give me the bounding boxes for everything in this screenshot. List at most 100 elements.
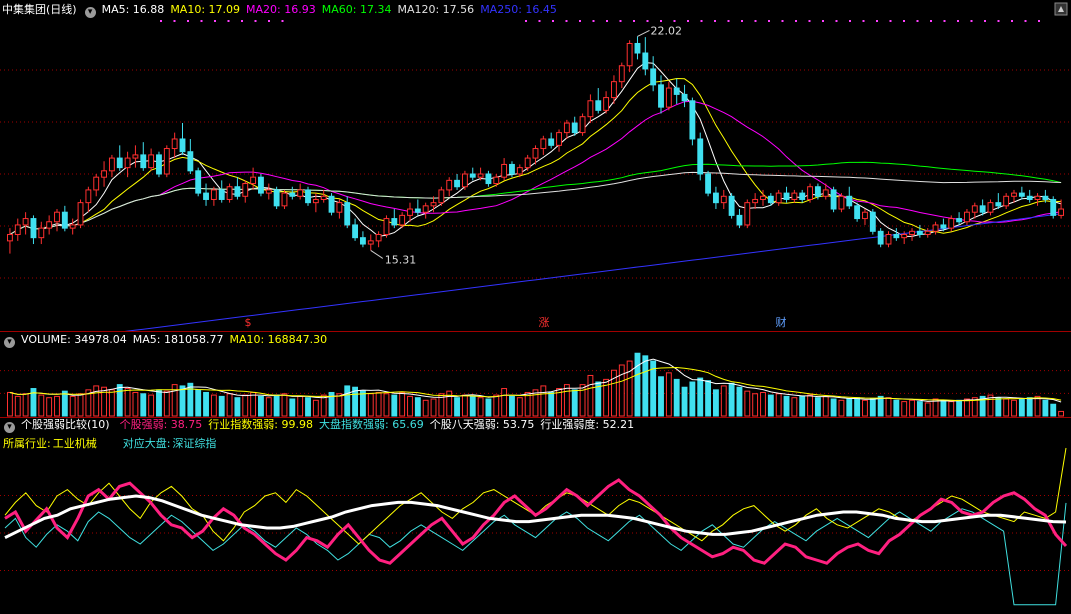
chevron-down-icon[interactable]: ▾: [4, 337, 15, 348]
volume-bar: [320, 394, 327, 417]
candle: [634, 36, 641, 60]
volume-bar: [924, 402, 931, 417]
info-marker[interactable]: 涨: [539, 316, 550, 329]
event-dot: [997, 20, 1000, 22]
event-dot: [619, 20, 622, 22]
candle: [618, 62, 625, 89]
strength-legend-label-4: 行业强弱度: 52.21: [540, 418, 635, 431]
event-dot: [835, 20, 838, 22]
candle: [438, 186, 445, 206]
volume-bar: [383, 393, 390, 417]
candle: [1011, 189, 1017, 203]
market-value: 深证综指: [172, 437, 217, 450]
volume-bar: [744, 390, 751, 417]
candle: [359, 231, 366, 248]
period-label[interactable]: (日线): [46, 3, 77, 16]
candle: [571, 116, 578, 136]
candle: [461, 170, 468, 190]
ma-legend-label-5: MA250: 16.45: [480, 3, 557, 16]
candle: [328, 193, 335, 216]
volume-bar: [485, 398, 492, 417]
volume-bar: [265, 397, 272, 417]
volume-bar: [626, 360, 633, 417]
volume-bar: [869, 398, 876, 417]
volume-bar: [273, 394, 280, 417]
candle: [563, 119, 570, 139]
volume-bar: [916, 401, 923, 417]
event-dot: [187, 20, 189, 22]
chevron-down-icon[interactable]: ▾: [4, 422, 15, 433]
event-dot: [525, 20, 527, 22]
volume-bar: [1050, 403, 1057, 417]
candle: [752, 193, 759, 210]
ma-legend-label-2: MA20: 16.93: [246, 3, 316, 16]
volume-bar: [367, 393, 374, 417]
volume-bar: [312, 399, 319, 417]
candle: [1026, 189, 1033, 203]
event-dot: [700, 20, 703, 22]
candle: [85, 186, 92, 213]
event-dot: [633, 20, 635, 22]
candle: [234, 177, 241, 200]
market-label: 对应大盘:: [122, 437, 171, 450]
volume-bar: [124, 388, 131, 417]
strength-header: ▾ 个股强弱比较(10) 个股强弱: 38.75 行业指数强弱: 99.98 大盘指数强…: [2, 417, 646, 433]
event-dot: [930, 20, 932, 22]
volume-bar: [516, 397, 523, 417]
info-marker[interactable]: 财: [776, 315, 787, 329]
volume-legend-label-1: MA5: 181058.77: [132, 333, 224, 346]
candlestick-chart[interactable]: 22.02 15.31 $ 涨 财: [0, 0, 1071, 332]
event-dot: [849, 20, 851, 22]
candle: [783, 186, 790, 203]
volume-bar: [108, 389, 115, 417]
volume-bar: [375, 391, 382, 417]
strength-legend: 个股强弱: 38.75 行业指数强弱: 99.98 大盘指数强弱: 65.69 个股八…: [120, 418, 641, 431]
industry-label: 所属行业:: [3, 437, 51, 450]
volume-bar: [862, 399, 868, 417]
symbol-name[interactable]: 中集集团: [2, 3, 46, 16]
candle: [116, 145, 123, 171]
candle: [916, 224, 923, 238]
event-dot: [889, 20, 892, 22]
candle: [909, 228, 915, 241]
volume-bar: [344, 385, 351, 417]
volume-bar: [297, 395, 304, 417]
event-dot: [1011, 20, 1013, 22]
volume-bar: [242, 394, 249, 417]
candle: [956, 212, 963, 225]
volume-bar: [1058, 410, 1065, 417]
event-dot: [565, 20, 568, 22]
volume-bar: [305, 397, 311, 417]
candle: [775, 189, 782, 206]
candle: [807, 183, 813, 203]
ma-legend-label-0: MA5: 16.88: [101, 3, 165, 16]
volume-bar: [289, 398, 296, 417]
chevron-down-icon[interactable]: ▾: [84, 7, 96, 18]
candle: [932, 221, 939, 235]
ma-legend: MA5: 16.88 MA10: 17.09 MA20: 16.93 MA60: 17…: [102, 3, 563, 16]
candle: [132, 145, 139, 168]
volume-bar: [6, 391, 13, 417]
volume-bar: [179, 385, 186, 417]
event-dot: [268, 20, 270, 22]
price-pane: 中集集团(日线) ▾ MA5: 16.88 MA10: 17.09 MA20: 16.9…: [0, 0, 1071, 332]
volume-bar: [1042, 399, 1049, 417]
event-dot: [970, 20, 973, 22]
info-marker[interactable]: $: [245, 316, 252, 329]
event-dot: [592, 20, 595, 22]
candle: [493, 174, 500, 187]
candle: [854, 202, 861, 222]
candle: [171, 132, 178, 159]
candle: [54, 209, 60, 232]
volume-bar: [234, 397, 241, 417]
candle: [375, 231, 382, 248]
strength-pane: ▾ 个股强弱比较(10) 个股强弱: 38.75 行业指数强弱: 99.98 大盘指数强…: [0, 418, 1071, 614]
volume-bar: [210, 394, 217, 417]
collapse-arrow-icon[interactable]: [1054, 2, 1068, 16]
candle: [210, 186, 217, 206]
candle: [179, 123, 186, 155]
candle: [101, 161, 107, 187]
volume-bar: [587, 374, 594, 417]
candle: [1050, 196, 1057, 219]
event-dot: [957, 20, 959, 22]
